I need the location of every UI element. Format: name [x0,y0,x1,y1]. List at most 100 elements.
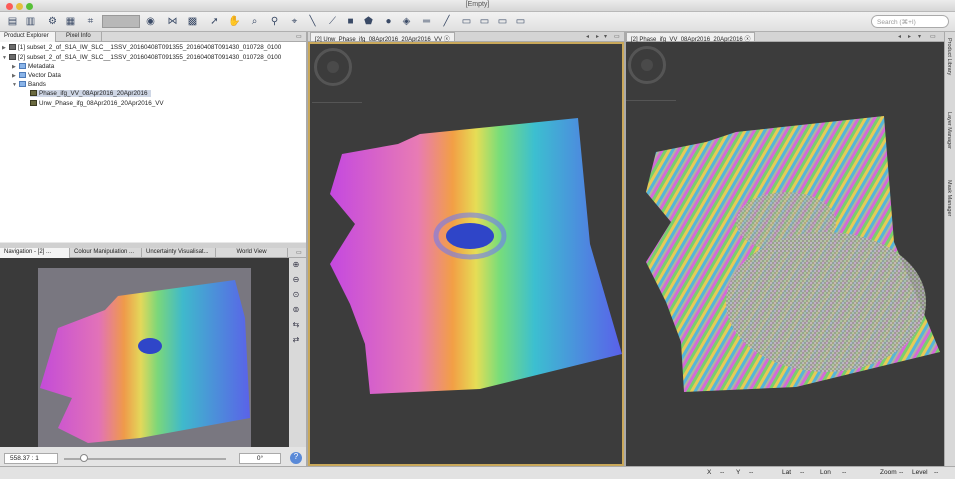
magic-wand-icon[interactable]: ◈ [400,15,413,28]
sidebar-layer-manager[interactable]: Layer Manager [946,112,952,149]
navigation-overview[interactable] [0,258,289,447]
tab-colour-manipulation[interactable]: Colour Manipulation ... [70,248,142,258]
status-x-label: X [707,469,712,476]
navigation-panel: ⊕ ⊖ ⊙ ⊚ ⇆ ⇄ 558.37 : 1 0° ? [0,258,306,479]
help-icon[interactable]: ? [290,452,302,464]
view-maximize-icon[interactable]: ▭ [930,33,936,40]
scroll-tabs-right-icon[interactable]: ▸ [908,33,911,40]
sync-cursor-icon[interactable]: ⇄ [290,335,302,347]
scroll-tabs-right-icon[interactable]: ▸ [596,33,599,40]
batch-processing-icon[interactable]: ▦ [64,15,77,28]
folder-icon [19,72,26,78]
product-icon [9,54,16,60]
navigation-thumbnail [40,280,250,443]
polyline-draw-icon[interactable]: ⟋ [326,15,339,28]
tree-folder-vector-data[interactable]: ▶ Vector Data [12,72,61,79]
panel-minimize-icon[interactable]: ▭ [296,33,302,40]
expand-arrow-icon[interactable]: ▶ [12,64,19,70]
zoom-slider-track[interactable] [64,458,226,460]
tile-evenly-icon[interactable]: ▭ [496,15,509,28]
status-lon-label: Lon [820,469,831,476]
unwrapped-phase-image [330,118,622,394]
wrapped-phase-interferogram [646,116,940,392]
pixel-grid-icon[interactable]: ▩ [186,15,199,28]
spectrum-view-icon[interactable] [102,15,140,28]
status-y-label: Y [736,469,741,476]
tab-navigation[interactable]: Navigation - [2] ... [0,248,70,258]
world-globe-icon[interactable]: ◉ [144,15,157,28]
status-level-label: Level [912,469,928,476]
status-lat-value: -- [800,469,805,476]
tile-single-icon[interactable]: ▭ [514,15,527,28]
tree-folder-bands[interactable]: ▼ Bands [12,81,46,88]
tab-phase-view[interactable]: [2] Phase_ifg_VV_08Apr2016_20Apr2016 ⓧ [626,32,756,43]
rotation-angle-field[interactable]: 0° [239,453,281,464]
range-icon[interactable]: ╱ [440,15,453,28]
collapse-arrow-icon[interactable]: ▼ [12,82,19,88]
panel-minimize-icon[interactable]: ▭ [296,249,302,256]
line-draw-icon[interactable]: ╲ [306,15,319,28]
open-product-icon[interactable]: ▥ [24,15,37,28]
graph-builder-icon[interactable]: ⚙ [46,15,59,28]
view-maximize-icon[interactable]: ▭ [614,33,620,40]
tab-world-view[interactable]: World View [216,248,288,258]
select-tool-icon[interactable]: ➚ [208,15,221,28]
tile-vertical-icon[interactable]: ▭ [478,15,491,28]
folder-icon [19,81,26,87]
title-bar: [Empty] [0,0,955,12]
collapse-arrow-icon[interactable]: ▼ [2,55,9,61]
status-x-value: -- [720,469,725,476]
ruler-icon[interactable]: ═ [420,15,433,28]
tab-pixel-info[interactable]: Pixel Info [62,32,102,42]
pan-tool-icon[interactable]: ✋ [228,15,241,28]
tab-list-icon[interactable]: ▾ [918,33,921,40]
sync-views-icon[interactable]: ⇆ [290,320,302,332]
view2-tabbar: [2] Phase_ifg_VV_08Apr2016_20Apr2016 ⓧ ◂… [626,32,944,43]
tab-unw-phase-view[interactable]: [2] Unw_Phase_ifg_08Apr2016_20Apr2016_VV… [310,32,455,43]
scroll-tabs-left-icon[interactable]: ◂ [586,33,589,40]
tree-folder-metadata[interactable]: ▶ Metadata [12,63,54,70]
pin-tool-icon[interactable]: ⚲ [268,15,281,28]
main-toolbar: ▤ ▥ ⚙ ▦ ⌗ ◉ ⋈ ▩ ➚ ✋ ⌕ ⚲ ⌖ ╲ ⟋ ■ ⬟ ● ◈ ═ … [0,12,955,32]
tile-horizontal-icon[interactable]: ▭ [460,15,473,28]
expand-arrow-icon[interactable]: ▶ [12,73,19,79]
tree-band-phase[interactable]: Phase_ifg_VV_08Apr2016_20Apr2016 [30,90,151,97]
range-finder-icon[interactable]: ⋈ [166,15,179,28]
sidebar-product-library[interactable]: Product Library [946,38,952,75]
status-y-value: -- [749,469,754,476]
band-maths-icon[interactable]: ⌗ [84,15,97,28]
new-product-icon[interactable]: ▤ [6,15,19,28]
status-level-value: -- [934,469,939,476]
search-input[interactable]: Search (⌘+I) [871,15,949,28]
tool-window-tabbar: Navigation - [2] ... Colour Manipulation… [0,248,306,258]
expand-arrow-icon[interactable]: ▶ [2,45,9,51]
tab-list-icon[interactable]: ▾ [604,33,607,40]
zoom-tool-icon[interactable]: ⌕ [248,15,261,28]
zoom-scale-field[interactable]: 558.37 : 1 [4,453,58,464]
zoom-slider-knob[interactable] [80,454,88,462]
zoom-pixel-icon[interactable]: ⊙ [290,290,302,302]
zoom-in-icon[interactable]: ⊕ [290,260,302,272]
view1-tabbar: [2] Unw_Phase_ifg_08Apr2016_20Apr2016_VV… [308,32,624,43]
scroll-tabs-left-icon[interactable]: ◂ [898,33,901,40]
zoom-out-icon[interactable]: ⊖ [290,275,302,287]
status-lat-label: Lat [782,469,792,476]
tree-band-unw-phase[interactable]: Unw_Phase_ifg_08Apr2016_20Apr2016_VV [30,100,164,107]
tree-product-2[interactable]: ▼ [2] subset_2_of_S1A_IW_SLC__1SSV_201604… [2,54,281,61]
polygon-draw-icon[interactable]: ⬟ [362,15,375,28]
status-bar: X -- Y -- Lat -- Lon -- Zoom -- Level -- [0,466,955,479]
tab-uncertainty-visualisation[interactable]: Uncertainty Visualisat... [142,248,216,258]
image-view-unwrapped-phase[interactable] [308,42,624,466]
gcp-tool-icon[interactable]: ⌖ [288,15,301,28]
window-title: [Empty] [465,1,490,8]
zoom-all-icon[interactable]: ⊚ [290,305,302,317]
image-view-wrapped-phase[interactable] [626,42,944,466]
navigation-tools: ⊕ ⊖ ⊙ ⊚ ⇆ ⇄ [290,260,304,350]
status-zoom-label: Zoom [880,469,897,476]
rectangle-draw-icon[interactable]: ■ [344,15,357,28]
tab-product-explorer[interactable]: Product Explorer [0,32,56,42]
product-icon [9,44,16,50]
sidebar-mask-manager[interactable]: Mask Manager [946,180,952,216]
ellipse-draw-icon[interactable]: ● [382,15,395,28]
tree-product-1[interactable]: ▶ [1] subset_2_of_S1A_IW_SLC__1SSV_201604… [2,44,281,51]
